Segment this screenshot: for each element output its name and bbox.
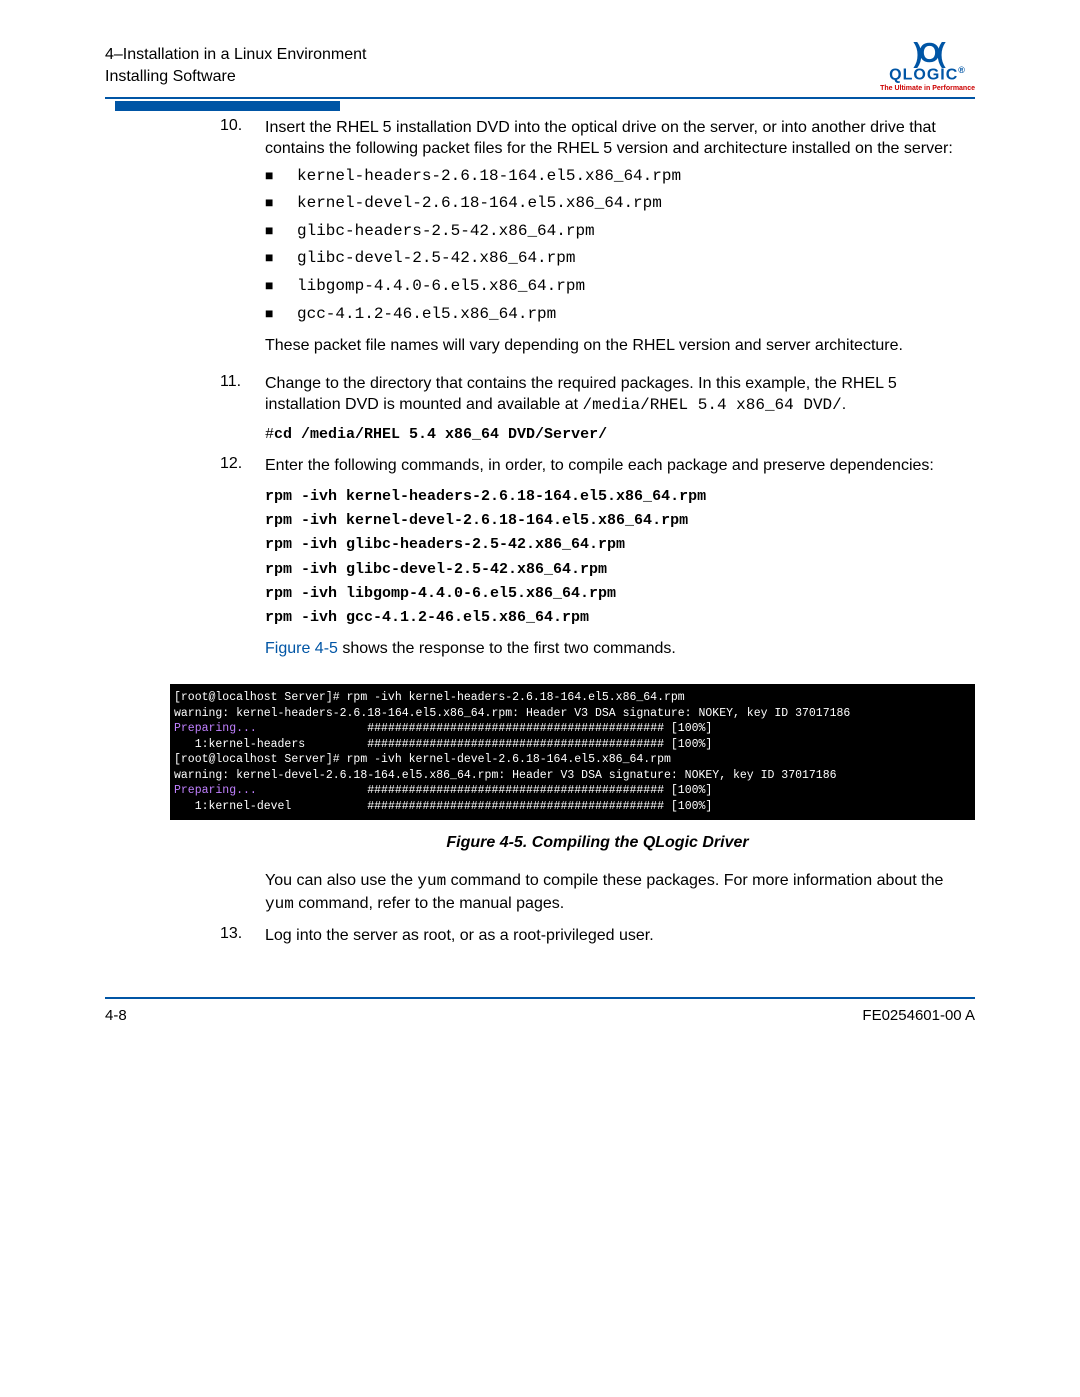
header-rule — [105, 97, 975, 107]
step-13-text: Log into the server as root, or as a roo… — [265, 925, 975, 947]
step-13: 13. Log into the server as root, or as a… — [220, 925, 975, 947]
chapter-line: 4–Installation in a Linux Environment — [105, 44, 367, 66]
square-bullet-icon: ■ — [265, 193, 297, 212]
qlogic-logo: )O( QLOGIC® The Ultimate in Performance — [880, 40, 975, 92]
step-11: 11. Change to the directory that contain… — [220, 373, 975, 449]
step-10-outro: These packet file names will vary depend… — [265, 335, 975, 357]
bullet-item: ■libgomp-4.4.0-6.el5.x86_64.rpm — [265, 276, 975, 298]
figure-caption: Figure 4-5. Compiling the QLogic Driver — [220, 834, 975, 852]
step-10: 10. Insert the RHEL 5 installation DVD i… — [220, 117, 975, 367]
rpm-cmd: rpm -ivh libgomp-4.4.0-6.el5.x86_64.rpm — [265, 584, 975, 604]
page-footer: 4-8 FE0254601-00 A — [105, 1007, 975, 1024]
step-number: 12. — [220, 455, 265, 670]
yum-command: yum — [417, 872, 446, 890]
post-figure-paragraph: You can also use the yum command to comp… — [220, 870, 975, 915]
footer-rule — [105, 997, 975, 999]
step-12: 12. Enter the following commands, in ord… — [220, 455, 975, 670]
square-bullet-icon: ■ — [265, 304, 297, 323]
logo-text: QLOGIC® — [880, 65, 975, 84]
document-id: FE0254601-00 A — [862, 1007, 975, 1024]
header-text: 4–Installation in a Linux Environment In… — [105, 44, 367, 87]
figure-link[interactable]: Figure 4-5 — [265, 640, 338, 657]
bullet-item: ■kernel-headers-2.6.18-164.el5.x86_64.rp… — [265, 166, 975, 188]
yum-command: yum — [265, 895, 294, 913]
square-bullet-icon: ■ — [265, 166, 297, 185]
page-number: 4-8 — [105, 1007, 127, 1024]
logo-tagline: The Ultimate in Performance — [880, 85, 975, 92]
bullet-item: ■glibc-headers-2.5-42.x86_64.rpm — [265, 221, 975, 243]
step-10-intro: Insert the RHEL 5 installation DVD into … — [265, 119, 953, 158]
rpm-cmd: rpm -ivh glibc-headers-2.5-42.x86_64.rpm — [265, 535, 975, 555]
bullet-item: ■glibc-devel-2.5-42.x86_64.rpm — [265, 248, 975, 270]
section-line: Installing Software — [105, 66, 367, 88]
bullet-item: ■gcc-4.1.2-46.el5.x86_64.rpm — [265, 304, 975, 326]
terminal-output: [root@localhost Server]# rpm -ivh kernel… — [170, 684, 975, 820]
step-number: 11. — [220, 373, 265, 449]
rpm-cmd: rpm -ivh kernel-headers-2.6.18-164.el5.x… — [265, 487, 975, 507]
figure-reference-line: Figure 4-5 shows the response to the fir… — [265, 638, 975, 660]
bullet-item: ■kernel-devel-2.6.18-164.el5.x86_64.rpm — [265, 193, 975, 215]
page-header: 4–Installation in a Linux Environment In… — [105, 40, 975, 92]
logo-mark-icon: )O( — [880, 40, 975, 65]
step-11-cmd: #cd /media/RHEL 5.4 x86_64 DVD/Server/ — [265, 425, 975, 445]
step-11-path: /media/RHEL 5.4 x86_64 DVD/ — [583, 396, 842, 414]
square-bullet-icon: ■ — [265, 221, 297, 240]
step-12-intro: Enter the following commands, in order, … — [265, 455, 975, 477]
step-number: 13. — [220, 925, 265, 947]
square-bullet-icon: ■ — [265, 276, 297, 295]
step-number: 10. — [220, 117, 265, 367]
rpm-cmd: rpm -ivh glibc-devel-2.5-42.x86_64.rpm — [265, 560, 975, 580]
rpm-cmd: rpm -ivh gcc-4.1.2-46.el5.x86_64.rpm — [265, 608, 975, 628]
rpm-cmd: rpm -ivh kernel-devel-2.6.18-164.el5.x86… — [265, 511, 975, 531]
square-bullet-icon: ■ — [265, 248, 297, 267]
